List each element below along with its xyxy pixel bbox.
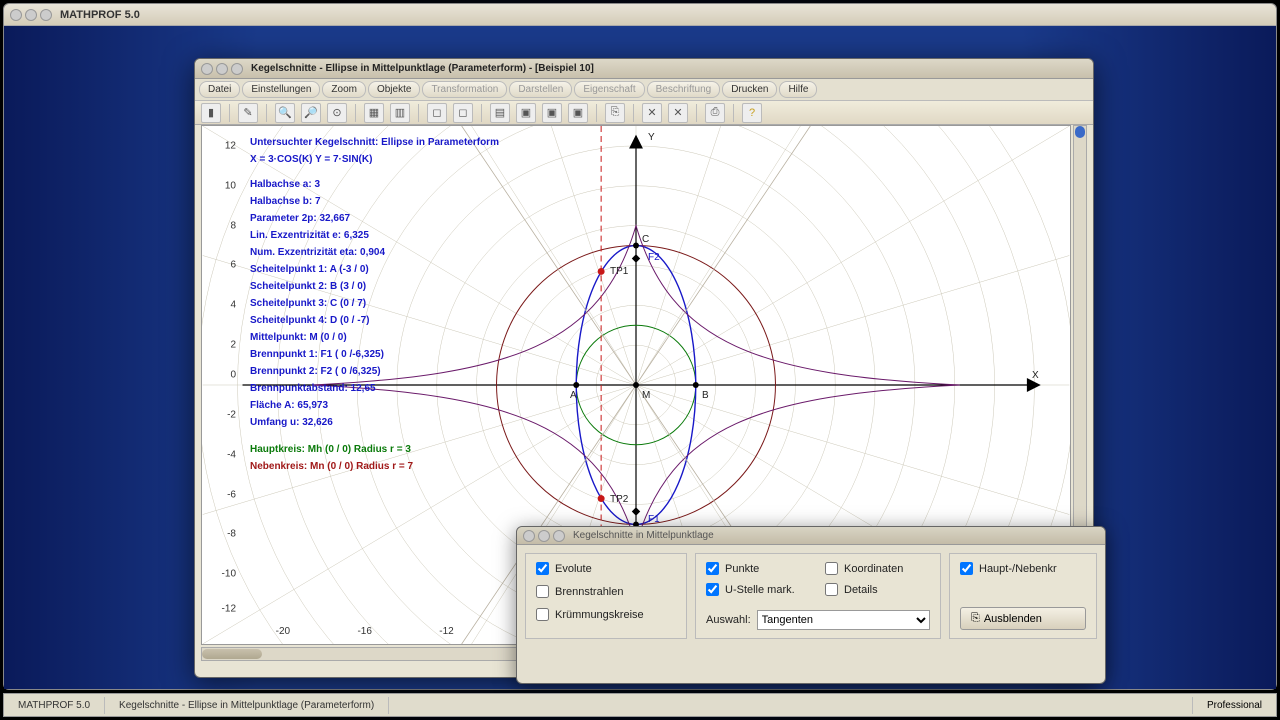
chk-ustelle[interactable]: U-Stelle mark. bbox=[706, 583, 811, 596]
doc-close-icon[interactable] bbox=[201, 63, 213, 75]
chk-punkte[interactable]: Punkte bbox=[706, 562, 811, 575]
tb-copy-icon[interactable]: ⎘ bbox=[605, 103, 625, 123]
pt-A: A bbox=[570, 390, 577, 401]
tb-stop-icon[interactable]: ▮ bbox=[201, 103, 221, 123]
window-close-icon[interactable] bbox=[10, 9, 22, 21]
menu-hilfe[interactable]: Hilfe bbox=[779, 81, 817, 98]
menu-beschriftung: Beschriftung bbox=[647, 81, 721, 98]
tb-layout-icon[interactable]: ▤ bbox=[490, 103, 510, 123]
options-title: Kegelschnitte in Mittelpunktlage bbox=[573, 530, 714, 541]
options-titlebar[interactable]: Kegelschnitte in Mittelpunktlage bbox=[517, 527, 1105, 545]
chk-kruemmungskreise[interactable]: Krümmungskreise bbox=[536, 608, 676, 621]
options-window: Kegelschnitte in Mittelpunktlage Evolute… bbox=[516, 526, 1106, 684]
menu-datei[interactable]: Datei bbox=[199, 81, 240, 98]
tb-panel-icon[interactable]: ▥ bbox=[390, 103, 410, 123]
menubar: Datei Einstellungen Zoom Objekte Transfo… bbox=[195, 79, 1093, 101]
chk-brennstrahlen[interactable]: Brennstrahlen bbox=[536, 585, 676, 598]
axis-x-label: X bbox=[1032, 370, 1039, 381]
tb-clear2-icon[interactable]: ✕ bbox=[668, 103, 688, 123]
ausblenden-button[interactable]: ⎘Ausblenden bbox=[960, 607, 1086, 630]
tb-clear1-icon[interactable]: ✕ bbox=[642, 103, 662, 123]
tb-tool-icon[interactable]: ✎ bbox=[238, 103, 258, 123]
taskbar: MATHPROF 5.0 Kegelschnitte - Ellipse in … bbox=[3, 693, 1277, 717]
tb-print-icon[interactable]: ⎙ bbox=[705, 103, 725, 123]
tb-window-icon[interactable]: ▣ bbox=[516, 103, 536, 123]
taskbar-app[interactable]: MATHPROF 5.0 bbox=[4, 697, 105, 714]
pt-F2: F2 bbox=[648, 252, 660, 263]
document-titlebar[interactable]: Kegelschnitte - Ellipse in Mittelpunktla… bbox=[195, 59, 1093, 79]
toolbar: ▮ ✎ 🔍 🔎 ⊙ ▦ ▥ ◻ ◻ ▤ ▣ ▣ bbox=[195, 101, 1093, 125]
app-window: MATHPROF 5.0 Kegelschnitte - Ellipse in … bbox=[3, 3, 1277, 690]
auswahl-select[interactable]: Tangenten bbox=[757, 610, 930, 630]
window-max-icon[interactable] bbox=[40, 9, 52, 21]
pt-TP2: TP2 bbox=[610, 494, 628, 505]
tb-zoom-out-icon[interactable]: 🔎 bbox=[301, 103, 321, 123]
tb-win3-icon[interactable]: ▣ bbox=[568, 103, 588, 123]
doc-max-icon[interactable] bbox=[231, 63, 243, 75]
app-titlebar[interactable]: MATHPROF 5.0 bbox=[4, 4, 1276, 26]
taskbar-status: Professional bbox=[1192, 697, 1276, 714]
tb-win2-icon[interactable]: ▣ bbox=[542, 103, 562, 123]
doc-min-icon[interactable] bbox=[216, 63, 228, 75]
pt-TP1: TP1 bbox=[610, 266, 628, 277]
info-panel: Untersuchter Kegelschnitt: Ellipse in Pa… bbox=[250, 134, 499, 475]
pt-B: B bbox=[702, 390, 709, 401]
menu-drucken[interactable]: Drucken bbox=[722, 81, 777, 98]
tb-help-icon[interactable]: ? bbox=[742, 103, 762, 123]
app-title: MATHPROF 5.0 bbox=[60, 9, 140, 21]
document-title: Kegelschnitte - Ellipse in Mittelpunktla… bbox=[251, 63, 594, 74]
auswahl-label: Auswahl: bbox=[706, 614, 751, 626]
menu-zoom[interactable]: Zoom bbox=[322, 81, 366, 98]
pt-C: C bbox=[642, 234, 649, 245]
menu-darstellen: Darstellen bbox=[509, 81, 572, 98]
opts-max-icon[interactable] bbox=[553, 530, 565, 542]
chk-details[interactable]: Details bbox=[825, 583, 930, 596]
hide-icon: ⎘ bbox=[971, 612, 980, 625]
tb-box1-icon[interactable]: ◻ bbox=[427, 103, 447, 123]
menu-eigenschaft: Eigenschaft bbox=[574, 81, 644, 98]
pt-F1: F1 bbox=[648, 514, 660, 525]
chk-koordinaten[interactable]: Koordinaten bbox=[825, 562, 930, 575]
axis-y-label: Y bbox=[648, 132, 655, 143]
chk-evolute[interactable]: Evolute bbox=[536, 562, 676, 575]
opts-min-icon[interactable] bbox=[538, 530, 550, 542]
chk-hauptneben[interactable]: Haupt-/Nebenkr bbox=[960, 562, 1086, 575]
pt-M: M bbox=[642, 390, 650, 401]
opts-close-icon[interactable] bbox=[523, 530, 535, 542]
menu-objekte[interactable]: Objekte bbox=[368, 81, 420, 98]
tb-grid-icon[interactable]: ▦ bbox=[364, 103, 384, 123]
tb-zoom-reset-icon[interactable]: ⊙ bbox=[327, 103, 347, 123]
tb-box2-icon[interactable]: ◻ bbox=[453, 103, 473, 123]
window-min-icon[interactable] bbox=[25, 9, 37, 21]
menu-einstellungen[interactable]: Einstellungen bbox=[242, 81, 320, 98]
menu-transformation: Transformation bbox=[422, 81, 507, 98]
tb-zoom-in-icon[interactable]: 🔍 bbox=[275, 103, 295, 123]
taskbar-doc[interactable]: Kegelschnitte - Ellipse in Mittelpunktla… bbox=[105, 697, 389, 714]
y-axis-labels: 12 10 8 6 4 2 0 -2 -4 -6 -8 -10 -12 bbox=[212, 126, 238, 624]
